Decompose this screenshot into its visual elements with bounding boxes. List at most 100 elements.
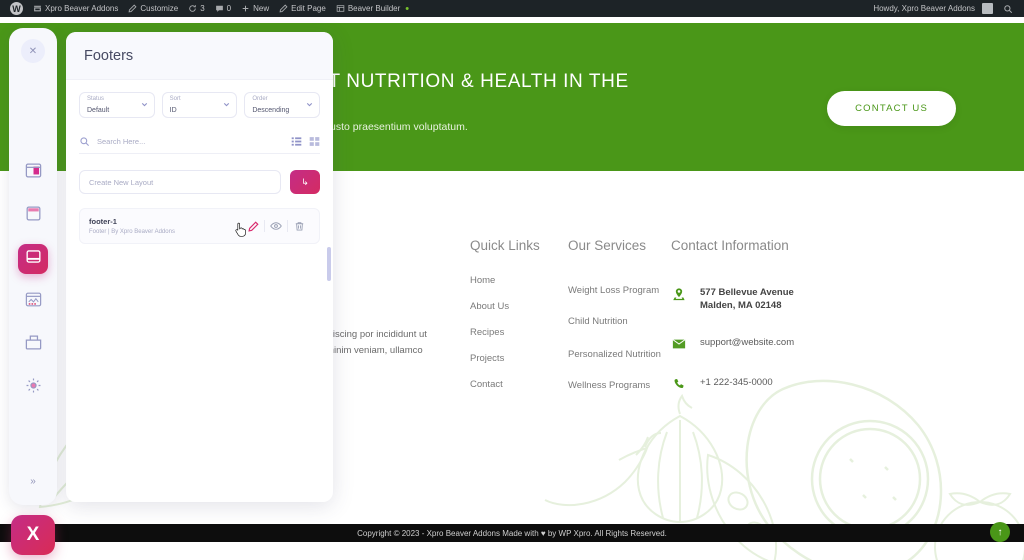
- updates-icon: [188, 4, 197, 13]
- envelope-icon: [671, 336, 687, 352]
- chevron-down-icon: [140, 100, 149, 111]
- admin-bar-label-new: New: [253, 4, 270, 13]
- pencil-icon: [128, 4, 137, 13]
- sidebar-item-archive[interactable]: [18, 330, 48, 360]
- chevron-down-icon: [222, 100, 231, 111]
- sidebar-item-popup[interactable]: [18, 287, 48, 317]
- footer-template-icon: [24, 204, 43, 228]
- contact-row-address: 577 Bellevue Avenue Malden, MA 02148: [671, 286, 871, 312]
- grid-view-icon[interactable]: [309, 136, 320, 147]
- sidebar-item-block[interactable]: [18, 244, 48, 274]
- scroll-to-top-button[interactable]: ↑: [990, 522, 1010, 542]
- arrow-submit-icon: ↳: [301, 176, 309, 187]
- address-line-2: Malden, MA 02148: [700, 300, 782, 311]
- panel-scrollbar[interactable]: [327, 247, 331, 281]
- admin-bar-item-updates[interactable]: 3: [183, 0, 209, 17]
- list-item[interactable]: Child Nutrition: [568, 315, 663, 328]
- footer-column-title: Quick Links: [470, 238, 540, 253]
- order-filter-select[interactable]: Order Descending: [244, 92, 321, 118]
- map-pin-icon: [671, 286, 687, 302]
- block-template-icon: [24, 247, 43, 271]
- sort-filter-value: ID: [169, 107, 177, 114]
- admin-bar-label-customize: Customize: [140, 4, 179, 13]
- wp-logo-menu[interactable]: W: [5, 0, 28, 17]
- our-services-list: Weight Loss Program Child Nutrition Pers…: [568, 284, 663, 392]
- wordpress-logo-icon: W: [10, 2, 23, 15]
- edit-icon: [279, 4, 288, 13]
- chevron-double-right-icon[interactable]: »: [9, 476, 57, 487]
- order-filter-label: Order: [252, 96, 268, 102]
- admin-bar-item-new[interactable]: New: [236, 0, 274, 17]
- sidebar-item-settings[interactable]: [18, 373, 48, 403]
- screen: W Xpro Beaver Addons Customize 3 0 New E…: [0, 0, 1024, 560]
- contact-phone-text[interactable]: +1 222-345-0000: [700, 376, 773, 389]
- panel-filters: Status Default Sort ID Order Descending: [66, 80, 333, 118]
- footer-column-title: Contact Information: [671, 238, 789, 253]
- builder-icon: [336, 4, 345, 13]
- layouts-list: footer-1 Footer | By Xpro Beaver Addons: [66, 194, 333, 244]
- edit-layout-button[interactable]: [242, 220, 264, 232]
- list-item[interactable]: Recipes: [470, 326, 565, 339]
- admin-bar-search-button[interactable]: [998, 0, 1018, 17]
- layout-subtitle: Footer | By Xpro Beaver Addons: [89, 229, 175, 235]
- admin-bar-item-comments[interactable]: 0: [210, 0, 236, 17]
- admin-bar-label-edit-page: Edit Page: [291, 4, 326, 13]
- sort-filter-select[interactable]: Sort ID: [161, 92, 238, 118]
- panel-search-bar: [79, 130, 320, 154]
- admin-bar-label-updates: 3: [200, 4, 205, 13]
- list-item[interactable]: Weight Loss Program: [568, 284, 663, 297]
- admin-bar-item-edit-page[interactable]: Edit Page: [274, 0, 331, 17]
- list-item[interactable]: footer-1 Footer | By Xpro Beaver Addons: [79, 208, 320, 244]
- layout-meta: footer-1 Footer | By Xpro Beaver Addons: [89, 217, 242, 235]
- account-menu[interactable]: Howdy, Xpro Beaver Addons: [868, 0, 998, 17]
- search-icon: [1003, 4, 1013, 14]
- contact-email-text[interactable]: support@website.com: [700, 336, 794, 349]
- sidebar-item-header[interactable]: [18, 158, 48, 188]
- header-template-icon: [24, 161, 43, 185]
- status-filter-select[interactable]: Status Default: [79, 92, 155, 118]
- delete-layout-button[interactable]: [288, 221, 310, 232]
- list-item[interactable]: Projects: [470, 352, 565, 365]
- admin-bar-label-beaver-builder: Beaver Builder: [347, 4, 401, 13]
- footer-column-title: Our Services: [568, 238, 647, 253]
- status-filter-labels: Status Default: [87, 95, 109, 115]
- view-toggles: [291, 136, 320, 147]
- order-filter-labels: Order Descending: [252, 95, 289, 115]
- sidebar-item-footer[interactable]: [18, 201, 48, 231]
- contact-row-phone: +1 222-345-0000: [671, 376, 871, 392]
- xpro-logo-button[interactable]: X: [11, 515, 55, 555]
- admin-bar-item-site[interactable]: Xpro Beaver Addons: [28, 0, 123, 17]
- admin-bar-item-beaver-builder[interactable]: Beaver Builder •: [331, 0, 414, 17]
- chevron-down-icon: [305, 100, 314, 111]
- list-item[interactable]: Contact: [470, 378, 565, 391]
- xpro-sidebar-nav: [18, 158, 48, 403]
- contact-row-email: support@website.com: [671, 336, 871, 352]
- status-filter-label: Status: [87, 96, 105, 102]
- list-item[interactable]: Personalized Nutrition: [568, 348, 663, 361]
- list-item[interactable]: Wellness Programs: [568, 379, 663, 392]
- admin-bar-item-customize[interactable]: Customize: [123, 0, 183, 17]
- create-layout-input[interactable]: [79, 170, 281, 194]
- list-item[interactable]: Home: [470, 274, 565, 287]
- popup-template-icon: [24, 290, 43, 314]
- xpro-templates-panel: Footers Status Default Sort ID Order Des…: [66, 32, 333, 502]
- list-item[interactable]: About Us: [470, 300, 565, 313]
- footer-column-our-services: Our Services Weight Loss Program Child N…: [568, 237, 663, 405]
- avatar-icon: [982, 3, 993, 14]
- search-input[interactable]: [97, 137, 284, 146]
- create-layout-submit-button[interactable]: ↳: [290, 170, 320, 194]
- quick-links-list: Home About Us Recipes Projects Contact: [470, 274, 565, 391]
- layout-title: footer-1: [89, 217, 117, 226]
- close-icon[interactable]: ✕: [21, 39, 45, 63]
- contact-us-button[interactable]: CONTACT US: [827, 91, 956, 126]
- builder-status-dot: •: [405, 2, 410, 15]
- contact-address-text: 577 Bellevue Avenue Malden, MA 02148: [700, 286, 794, 312]
- gear-icon: [24, 376, 43, 400]
- search-icon: [79, 136, 90, 147]
- cta-inner: EST NUTRITION & HEALTH IN THE us et iust…: [282, 23, 1024, 171]
- dashboard-icon: [33, 4, 42, 13]
- list-view-icon[interactable]: [291, 136, 302, 147]
- panel-header: Footers: [66, 32, 333, 80]
- howdy-label: Howdy, Xpro Beaver Addons: [873, 4, 975, 13]
- preview-layout-button[interactable]: [265, 220, 287, 232]
